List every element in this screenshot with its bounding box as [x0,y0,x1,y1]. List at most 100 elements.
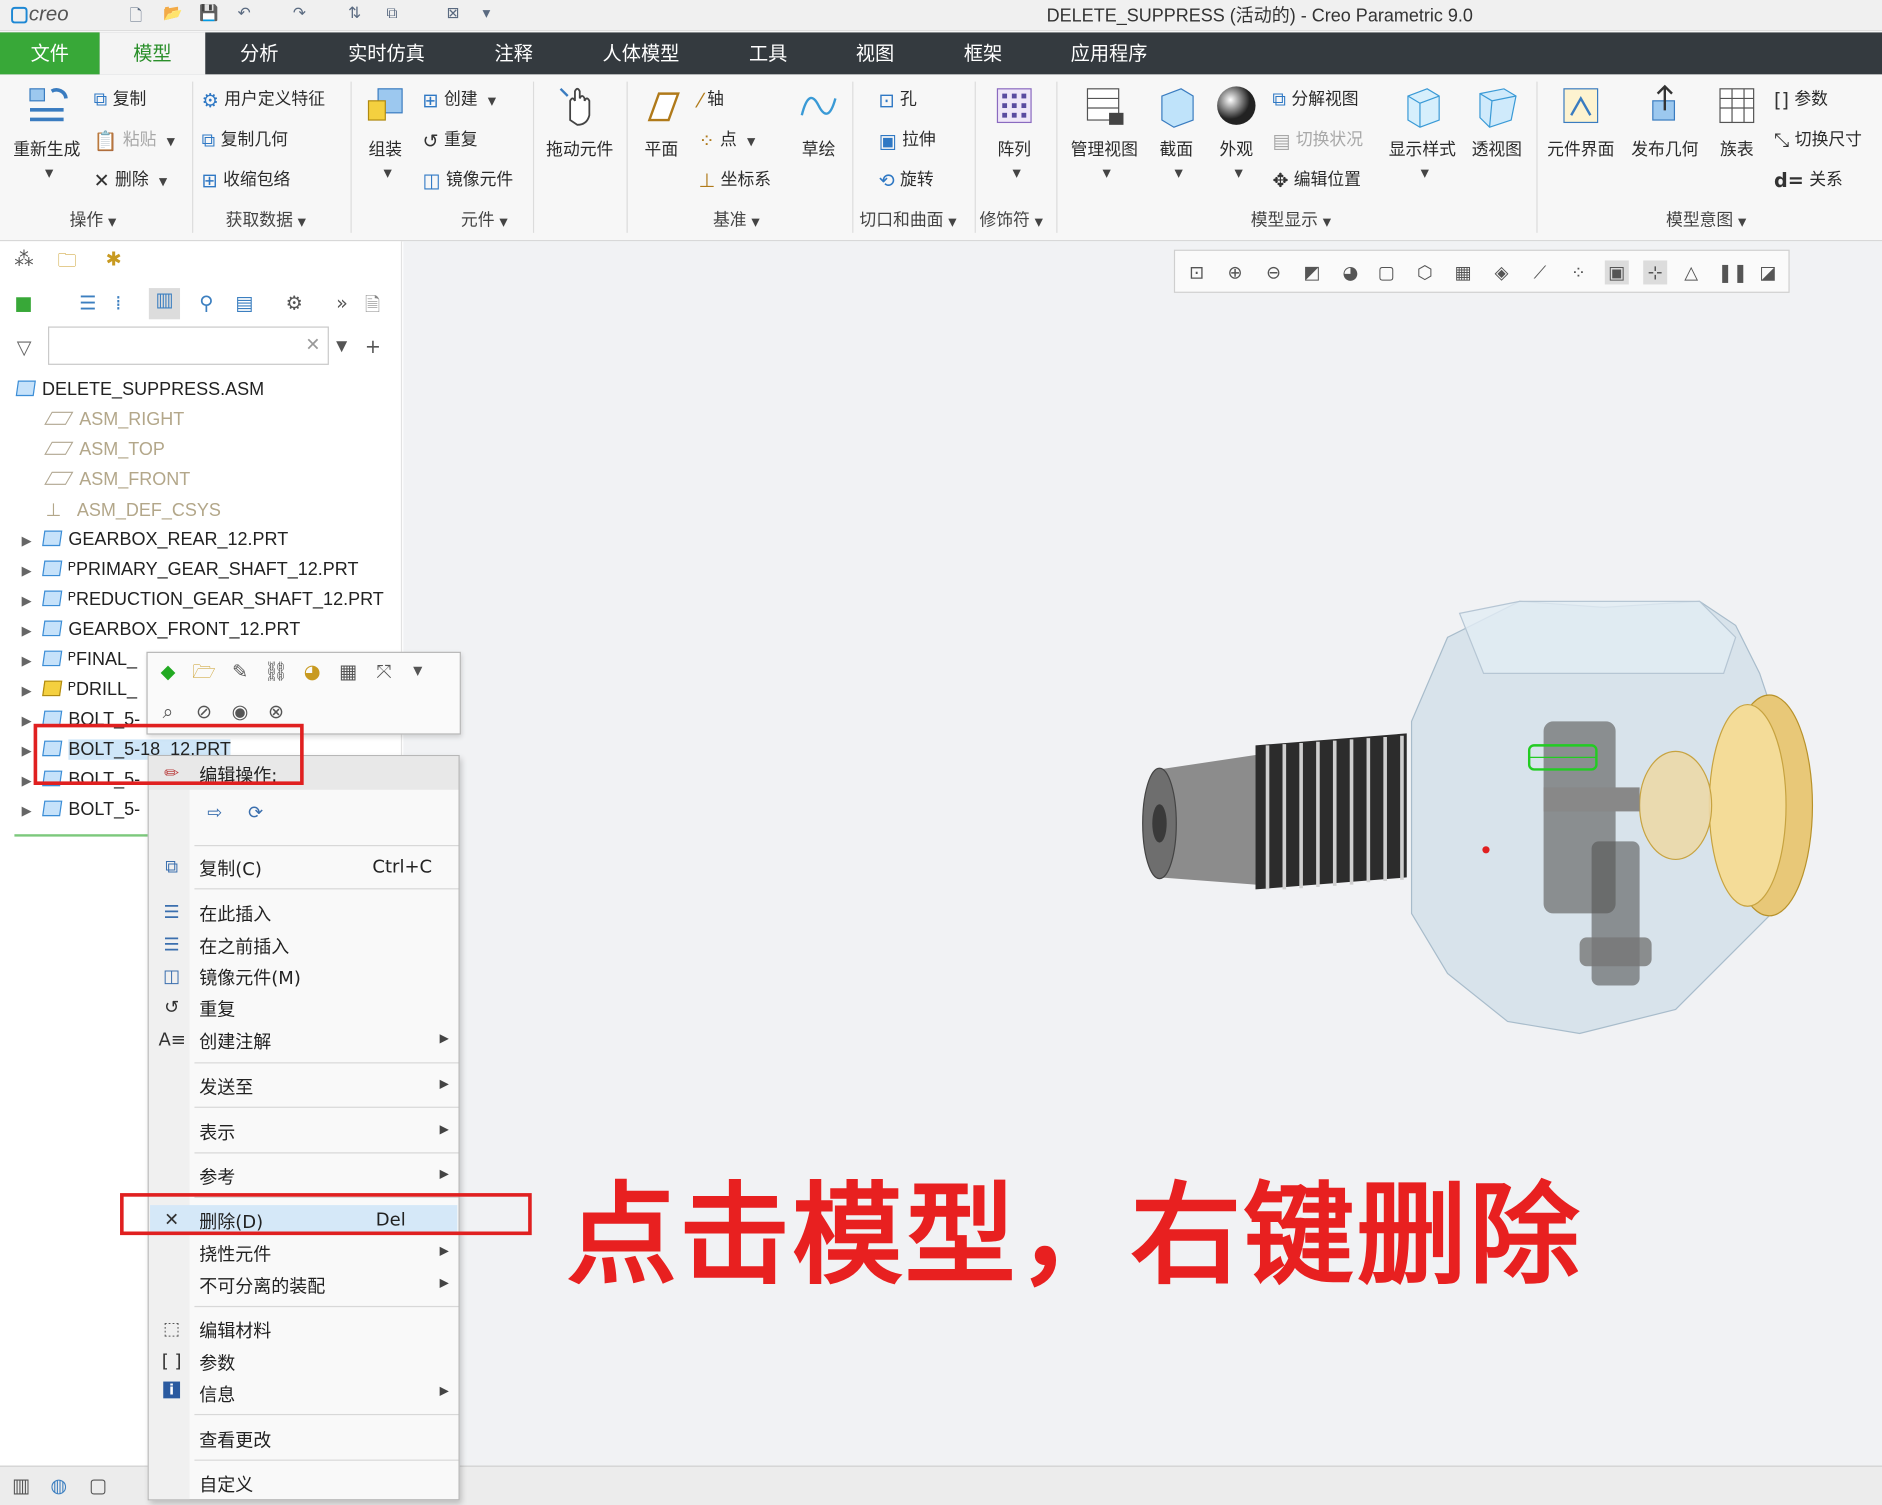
add-filter-icon[interactable]: + [365,335,381,358]
group-modifiers[interactable]: 修饰符 ▼ [979,208,1043,232]
tree-columns-icon[interactable]: ▥ [148,288,181,320]
clear-search-icon[interactable]: ✕ [305,334,320,356]
align-icon[interactable]: ⤧ [371,659,397,685]
tab-framework[interactable]: 框架 [946,32,1020,74]
group-model-intent[interactable]: 模型意图 ▼ [1666,208,1746,232]
group-get-data[interactable]: 获取数据 ▼ [226,208,306,232]
delete-ribbon-button[interactable]: ✕ 删除 ▼ [94,167,167,192]
switch-dimensions-button[interactable]: ⤡ 切换尺寸 [1774,127,1862,152]
menu-represent[interactable]: 表示 [199,1120,235,1145]
favorites-tab-icon[interactable]: ✱ [106,247,122,270]
pattern-button[interactable]: 阵列 ▼ [987,84,1042,180]
saved-orientations-icon[interactable]: ▢ [1374,260,1398,284]
tab-tools[interactable]: 工具 [730,32,807,74]
full-screen-icon[interactable]: ▢ [89,1474,107,1497]
show-icon[interactable]: ◉ [227,699,253,725]
repaint-icon[interactable]: ◩ [1300,260,1324,284]
menu-edit-material[interactable]: 编辑材料 [199,1318,271,1343]
tree-datum-asm-front[interactable]: ASM_FRONT [44,469,190,490]
udf-button[interactable]: ⚙ 用户定义特征 [202,86,325,111]
datum-display-icon[interactable]: ⁘ [1566,260,1590,284]
point-display-icon[interactable]: ⊹ [1643,260,1668,285]
search-dropdown-icon[interactable]: ▼ [336,337,347,354]
open-folder-icon[interactable]: 📂 [163,5,182,23]
spin-center-icon[interactable]: △ [1679,260,1703,284]
drag-component-button[interactable]: 拖动元件 [540,84,619,161]
group-cut-surface[interactable]: 切口和曲面 ▼ [859,208,956,232]
view-more-icon[interactable]: ◪ [1756,260,1780,284]
suppress-icon[interactable]: ⊗ [263,699,289,725]
new-file-icon[interactable]: 🗋 [130,5,143,31]
component-interface-button[interactable]: 元件界面 [1544,84,1618,161]
family-table-button[interactable]: 族表 [1709,84,1764,161]
pause-icon[interactable]: ❚❚ [1718,260,1748,284]
display-style-view-icon[interactable]: ◕ [1338,260,1362,284]
relations-button[interactable]: d= 关系 [1774,167,1843,192]
tree-part-gearbox-rear[interactable]: ▶ GEARBOX_REAR_12.PRT [22,529,289,549]
group-operations[interactable]: 操作 ▼ [70,208,117,232]
edit-definition-icon[interactable]: ✎ [227,659,253,685]
model-tree-settings-icon[interactable]: ■ [14,292,32,315]
section-button[interactable]: 截面 ▼ [1150,84,1203,180]
show-browser-icon[interactable]: ◍ [50,1474,67,1497]
close-window-icon[interactable]: ⊠ [447,5,460,23]
redo-icon[interactable]: ↷ [293,5,306,23]
tree-part-primary-gear-shaft[interactable]: ▶ ᴾPRIMARY_GEAR_SHAFT_12.PRT [22,559,359,579]
show-navigator-icon[interactable]: ▥ [12,1474,30,1497]
windows-icon[interactable]: ⧉ [386,5,397,23]
collapse-tree-icon[interactable]: ⁞ [115,292,121,315]
tree-part-gearbox-front[interactable]: ▶ GEARBOX_FRONT_12.PRT [22,619,301,639]
open-icon[interactable]: 🗁 [191,659,217,685]
tree-search-input[interactable]: ✕ [48,326,329,365]
view-manager-icon[interactable]: ⬡ [1413,260,1437,284]
zoom-in-icon[interactable]: ⊕ [1223,260,1247,284]
menu-insert-before[interactable]: 在之前插入 [199,934,289,959]
csys-button[interactable]: ⊥ 坐标系 [699,167,771,192]
tab-model[interactable]: 模型 [99,32,206,75]
tree-datum-csys[interactable]: ⊥ ASM_DEF_CSYS [46,499,221,521]
annotation-display-icon[interactable]: ⟋ [1528,260,1552,284]
tab-live-simulation[interactable]: 实时仿真 [331,32,441,74]
tree-part-drill[interactable]: ▶ ᴾDRILL_ [22,679,137,699]
regenerate-quick-icon[interactable]: ⇅ [348,5,361,23]
activate-icon[interactable]: ◆ [155,659,181,685]
tree-settings-gear-icon[interactable]: ⚙ [286,292,303,315]
parameters-button[interactable]: [] 参数 [1774,86,1828,111]
menu-copy[interactable]: 复制(C) [199,856,262,881]
copy-geometry-button[interactable]: ⧉ 复制几何 [202,127,288,152]
refit-icon[interactable]: ⊡ [1185,260,1209,284]
toggle-status-button[interactable]: ▤ 切换状况 [1272,127,1363,152]
customize-qa-icon[interactable]: ▾ [483,5,491,23]
menu-info[interactable]: 信息 [199,1382,235,1407]
select-icon[interactable]: ⌕ [155,699,181,725]
tab-human-model[interactable]: 人体模型 [586,32,696,74]
menu-reference[interactable]: 参考 [199,1164,235,1189]
undo-icon[interactable]: ↶ [238,5,251,23]
section-view-icon[interactable]: ◈ [1490,260,1514,284]
tree-datum-asm-top[interactable]: ASM_TOP [44,439,165,460]
tree-doc-icon[interactable]: 🗎 [365,292,380,324]
tree-filter-icon[interactable]: ⚲ [199,292,213,315]
expand-tree-icon[interactable]: ☰ [79,292,96,315]
tree-root[interactable]: DELETE_SUPPRESS.ASM [15,379,264,400]
regenerate-button[interactable]: 重新生成 ▼ [7,84,86,180]
tab-view[interactable]: 视图 [838,32,912,74]
repeat-button[interactable]: ↺ 重复 [423,127,478,152]
menu-inseparable-assembly[interactable]: 不可分离的装配 [199,1274,325,1299]
assemble-button[interactable]: 组装 ▼ [358,84,413,180]
menu-customize[interactable]: 自定义 [199,1472,253,1497]
tree-table-icon[interactable]: ▤ [235,292,253,315]
tree-part-final[interactable]: ▶ ᴾFINAL_ [22,649,137,669]
menu-create-annotation[interactable]: 创建注解 [199,1029,271,1054]
menu-insert-here[interactable]: 在此插入 [199,901,271,926]
plane-display-icon[interactable]: ▣ [1604,260,1629,285]
tree-datum-asm-right[interactable]: ASM_RIGHT [44,409,184,430]
tab-applications[interactable]: 应用程序 [1054,32,1164,74]
sketch-button[interactable]: 草绘 [792,84,845,161]
replace-icon[interactable]: ⟳ [242,802,268,824]
save-icon[interactable]: 💾 [199,5,218,23]
move-icon[interactable]: ⇨ [202,802,228,824]
appearance-mini-icon[interactable]: ◕ [299,659,325,685]
pattern-mini-icon[interactable]: ▦ [335,659,361,685]
mirror-component-button[interactable]: ◫ 镜像元件 [423,167,514,192]
